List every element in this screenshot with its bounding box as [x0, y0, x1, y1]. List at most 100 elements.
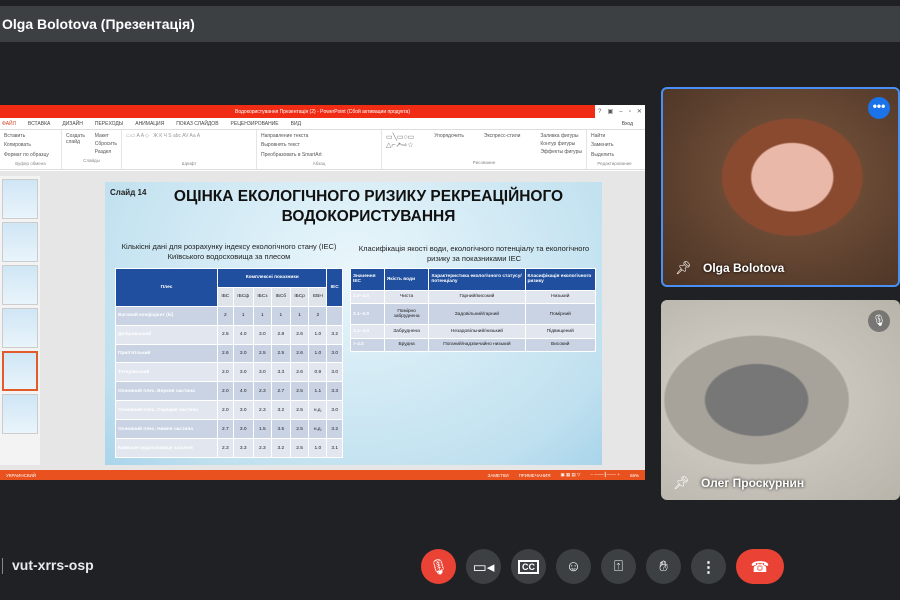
section-button[interactable]: Раздел [95, 149, 117, 155]
table-cell: 3.2 [326, 419, 343, 440]
format-painter-button[interactable]: Формат по образцу [4, 152, 57, 158]
table-cell: Помірно забруднена [383, 302, 430, 326]
table-header-row: Плес Комплексні показники IEC [114, 268, 343, 307]
comments-button[interactable]: ПРИМЕЧАНИЯ [519, 473, 551, 478]
tab-transitions[interactable]: ПЕРЕХОДЫ [95, 121, 123, 127]
slide-thumbnails [0, 176, 40, 465]
pin-icon[interactable]: 📌︎ [675, 260, 692, 276]
tab-animation[interactable]: АНИМАЦИЯ [135, 121, 164, 127]
tab-file[interactable]: ФАЙЛ [2, 121, 16, 127]
find-button[interactable]: Найти [591, 133, 638, 139]
drawing-group: ▭╲▭○▭ △⌐↗⇨☆ Упорядочить Экспресс-стили За… [382, 130, 587, 169]
table-cell: 3.2 [270, 400, 291, 421]
present-button[interactable]: ⍐ [601, 549, 636, 584]
participant-tile-olga[interactable]: ••• 📌︎ Olga Bolotova [661, 87, 900, 287]
layout-button[interactable]: Макет [95, 133, 117, 139]
help-icon[interactable]: ? [598, 109, 601, 115]
table-cell: 4.0 [232, 381, 254, 402]
slide-thumbnail[interactable] [2, 394, 38, 434]
table-row: 3.1–4.0 Забруднена Незадовільний/низький Пі… [350, 324, 596, 339]
table-cell: Київське водосховище загалом [114, 438, 219, 458]
table-cell: 3.1–4.0 [350, 324, 385, 339]
ppt-workspace: Слайд 14 ОЦІНКА ЕКОЛОГІЧНОГО РИЗИКУ РЕКР… [0, 171, 645, 470]
close-icon[interactable]: ✕ [637, 108, 642, 115]
shapes-gallery[interactable]: ▭╲▭○▭ △⌐↗⇨☆ [386, 133, 414, 156]
slide-thumbnail[interactable] [2, 222, 38, 262]
table-cell: 4.0 [232, 324, 254, 345]
participant-tile-oleg[interactable]: 🎙︎ 📌︎ Олег Проскурнин [661, 300, 900, 500]
smartart-button[interactable]: Преобразовать в SmartArt [261, 152, 377, 158]
captions-button[interactable]: CC [511, 549, 546, 584]
replace-button[interactable]: Заменить [591, 142, 638, 148]
tab-design[interactable]: ДИЗАЙН [62, 121, 83, 127]
table-cell: Основний плес. Верхня частина [114, 381, 219, 402]
column-header: ЕВН [308, 286, 328, 307]
sign-in-link[interactable]: Вход [622, 121, 633, 127]
font-controls[interactable]: ▭▭ A A ◇ Ж К Ч S abc AV Aa A [126, 133, 252, 139]
notes-button[interactable]: ЗАМЕТКИ [487, 473, 508, 478]
quick-styles-button[interactable]: Экспресс-стили [484, 133, 521, 156]
slide-thumbnail[interactable] [2, 179, 38, 219]
zoom-slider[interactable]: – ───┃─── + [591, 472, 620, 478]
tab-insert[interactable]: ВСТАВКА [28, 121, 50, 127]
more-options-button[interactable]: ⋮ [691, 549, 726, 584]
view-buttons[interactable]: ▣ ▦ ▤ ▽ [561, 472, 581, 478]
arrange-button[interactable]: Упорядочить [434, 133, 464, 156]
present-screen-icon: ⍐ [613, 558, 623, 575]
slide-thumbnail[interactable] [2, 265, 38, 305]
tab-review[interactable]: РЕЦЕНЗИРОВАНИЕ [231, 121, 279, 127]
table-cell: Дніпровський [114, 324, 219, 345]
raise-hand-button[interactable]: ✋︎ [646, 549, 681, 584]
hand-icon: ✋︎ [659, 558, 668, 575]
text-direction-button[interactable]: Направление текста [261, 133, 377, 139]
table-cell: Задовільний/гарний [428, 302, 526, 326]
slides-group: Создать слайд Макет Сбросить Раздел Слайды [62, 130, 122, 169]
table-cell: 3.2 [326, 324, 343, 345]
table-cell: 3.0 [326, 400, 343, 421]
table-cell: 3.0 [232, 362, 254, 383]
select-button[interactable]: Выделить [591, 152, 638, 158]
table-cell: Високий [524, 337, 596, 353]
camera-button[interactable]: ▭◂ [466, 549, 501, 584]
table1-caption: Кількісні дані для розрахунку індексу ек… [121, 242, 337, 261]
reactions-button[interactable]: ☺ [556, 549, 591, 584]
copy-button[interactable]: Копировать [4, 142, 57, 148]
table-cell: 3.3 [326, 381, 343, 402]
pin-icon[interactable]: 📌︎ [673, 475, 690, 491]
shared-screen-powerpoint: Водокористування Презентація (2) - Power… [0, 105, 645, 480]
table-cell: Гарний/високий [428, 289, 526, 304]
table-row: 2.1–3.0 Помірно забруднена Задовільний/гар… [350, 302, 596, 326]
table2-caption: Класифікація якості води, екологічного п… [358, 244, 590, 263]
mic-off-button[interactable]: 🎙︎ [421, 549, 456, 584]
slide-thumbnail-selected[interactable] [2, 351, 38, 391]
paste-button[interactable]: Вставить [4, 133, 57, 139]
more-options-icon[interactable]: ••• [868, 97, 890, 119]
restore-icon[interactable]: ▫ [629, 109, 631, 115]
slide-title: ОЦІНКА ЕКОЛОГІЧНОГО РИЗИКУ РЕКРЕАЦІЙНОГО… [173, 188, 564, 225]
ribbon-options-icon[interactable]: ▣ [607, 108, 613, 115]
table-cell: 2 [308, 305, 328, 326]
new-slide-button[interactable]: Создать слайд [66, 133, 88, 158]
minimize-icon[interactable]: – [619, 109, 622, 115]
align-text-button[interactable]: Выровнять текст [261, 142, 377, 148]
shape-fill-button[interactable]: Заливка фигуры [540, 133, 582, 139]
table-row: Тетерівський 2.0 3.0 3.0 3.3 2.6 0.9 3.0 [114, 362, 343, 383]
slide-canvas: Слайд 14 ОЦІНКА ЕКОЛОГІЧНОГО РИЗИКУ РЕКР… [105, 182, 602, 465]
group-label: Буфер обмена [15, 160, 46, 166]
table-cell: 3.0 [252, 324, 272, 345]
table-row: Основний плес. Середня частина 2.0 3.0 2.3 3… [114, 400, 343, 421]
shape-outline-button[interactable]: Контур фигуры [540, 141, 582, 147]
reset-button[interactable]: Сбросить [95, 141, 117, 147]
slide-thumbnail[interactable] [2, 308, 38, 348]
column-header: IБСб [270, 286, 291, 307]
shape-effects-button[interactable]: Эффекты фигуры [540, 149, 582, 155]
tab-view[interactable]: ВИД [291, 121, 301, 127]
group-label: Шрифт [181, 161, 197, 166]
table-cell: Помірний [524, 302, 596, 326]
meeting-code[interactable]: vut-xrrs-osp [2, 557, 94, 574]
mic-off-icon: 🎙︎ [428, 558, 449, 576]
leave-call-button[interactable]: ☎︎ [736, 549, 784, 584]
column-header: Якість води [383, 268, 430, 291]
table-cell: 1.5 [252, 419, 272, 440]
tab-slideshow[interactable]: ПОКАЗ СЛАЙДОВ [176, 121, 218, 127]
